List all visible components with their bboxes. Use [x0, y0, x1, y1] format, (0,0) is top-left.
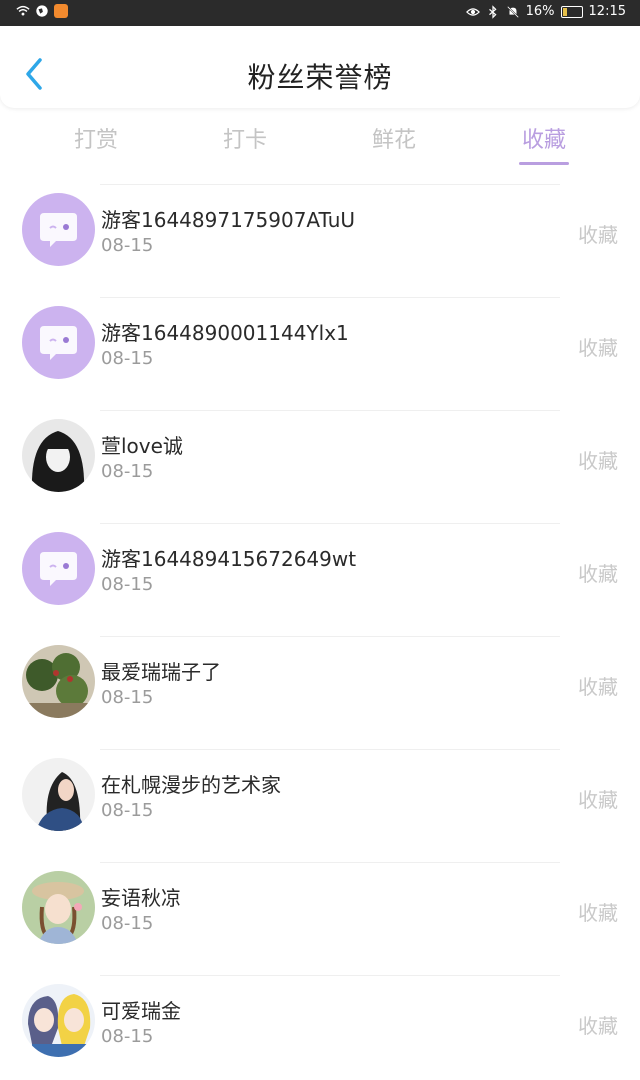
user-avatar	[22, 645, 95, 718]
divider	[100, 749, 560, 750]
list-item[interactable]: 游客164489415672649wt 08-15 收藏	[0, 515, 640, 628]
default-chat-avatar-icon	[22, 306, 95, 379]
user-date: 08-15	[101, 461, 154, 482]
mute-bell-icon	[506, 5, 519, 18]
status-bar: 16% 12:15	[0, 0, 640, 26]
user-date: 08-15	[101, 348, 154, 369]
clock: 12:15	[588, 4, 626, 19]
action-label: 收藏	[578, 675, 618, 699]
status-left-icons	[16, 4, 68, 18]
user-name: 游客1644890001144Ylx1	[101, 321, 349, 345]
bluetooth-icon	[488, 4, 497, 19]
tab-tip[interactable]: 打赏	[46, 122, 146, 154]
page-title: 粉丝荣誉榜	[247, 61, 393, 94]
user-date: 08-15	[101, 913, 154, 934]
user-date: 08-15	[101, 574, 154, 595]
tab-label: 打赏	[73, 128, 118, 153]
user-date: 08-15	[101, 687, 154, 708]
action-label: 收藏	[578, 223, 618, 247]
tab-flowers[interactable]: 鲜花	[344, 122, 444, 154]
action-label: 收藏	[578, 901, 618, 925]
list-item[interactable]: 可爱瑞金 08-15 收藏	[0, 967, 640, 1080]
user-avatar	[22, 758, 95, 831]
user-date: 08-15	[101, 800, 154, 821]
action-label: 收藏	[578, 1014, 618, 1038]
divider	[100, 297, 560, 298]
user-name: 在札幌漫步的艺术家	[101, 773, 281, 797]
action-label: 收藏	[578, 562, 618, 586]
list-item[interactable]: 萱love诚 08-15 收藏	[0, 402, 640, 515]
divider	[100, 523, 560, 524]
tab-label: 收藏	[521, 128, 566, 153]
tab-label: 打卡	[222, 128, 267, 153]
action-label: 收藏	[578, 336, 618, 360]
globe-icon	[36, 5, 48, 17]
list-item[interactable]: 在札幌漫步的艺术家 08-15 收藏	[0, 741, 640, 854]
eye-icon	[465, 7, 480, 16]
tab-bar: 打赏 打卡 鲜花 收藏	[0, 108, 640, 165]
user-name: 游客164489415672649wt	[101, 547, 357, 571]
user-date: 08-15	[101, 235, 154, 256]
user-avatar	[22, 419, 95, 492]
user-avatar	[22, 871, 95, 944]
action-label: 收藏	[578, 449, 618, 473]
divider	[100, 184, 560, 185]
battery-icon	[560, 5, 583, 18]
fan-list: 游客1644897175907ATuU 08-15 收藏 游客164489000…	[0, 176, 640, 1080]
divider	[100, 862, 560, 863]
user-name: 可爱瑞金	[101, 999, 181, 1023]
list-item[interactable]: 游客1644897175907ATuU 08-15 收藏	[0, 176, 640, 289]
default-chat-avatar-icon	[22, 193, 95, 266]
list-item[interactable]: 妄语秋凉 08-15 收藏	[0, 854, 640, 967]
user-name: 妄语秋凉	[101, 886, 181, 910]
wifi-icon	[16, 5, 30, 16]
user-name: 萱love诚	[101, 434, 183, 458]
action-label: 收藏	[578, 788, 618, 812]
header: 粉丝荣誉榜	[0, 26, 640, 108]
list-item[interactable]: 游客1644890001144Ylx1 08-15 收藏	[0, 289, 640, 402]
divider	[100, 410, 560, 411]
active-tab-indicator	[519, 162, 569, 165]
tab-label: 鲜花	[371, 128, 416, 153]
status-right-icons: 16% 12:15	[465, 4, 626, 19]
user-date: 08-15	[101, 1026, 154, 1047]
list-item[interactable]: 最爱瑞瑞子了 08-15 收藏	[0, 628, 640, 741]
battery-percent: 16%	[525, 4, 555, 19]
divider	[100, 975, 560, 976]
user-name: 最爱瑞瑞子了	[101, 660, 221, 684]
default-chat-avatar-icon	[22, 532, 95, 605]
tab-checkin[interactable]: 打卡	[195, 122, 295, 154]
divider	[100, 636, 560, 637]
tab-favorites[interactable]: 收藏	[494, 122, 594, 165]
user-name: 游客1644897175907ATuU	[101, 208, 356, 232]
app-notification-icon	[54, 4, 68, 18]
user-avatar	[22, 984, 95, 1057]
